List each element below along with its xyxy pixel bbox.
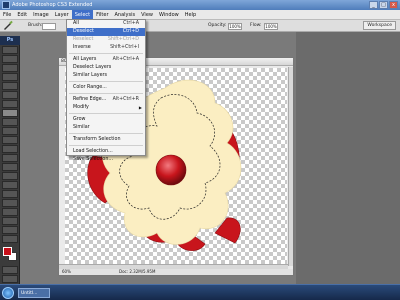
quick-mask-button[interactable]	[2, 266, 18, 274]
select-menu-dropdown: All Ctrl+A Deselect Ctrl+D Reselect Shift+C…	[66, 19, 146, 162]
menu-item-inverse[interactable]: Inverse Shift+Ctrl+I	[67, 44, 145, 52]
shape-tool[interactable]	[2, 199, 18, 207]
menu-item-load-selection[interactable]: Load Selection...	[67, 148, 145, 156]
menu-item-modify[interactable]: Modify ▶	[67, 104, 145, 112]
vertical-scrollbar[interactable]	[288, 67, 293, 266]
window-title: Adobe Photoshop CS3 Extended	[12, 2, 93, 8]
menu-item-similar-layers[interactable]: Similar Layers	[67, 72, 145, 80]
close-button[interactable]: x	[389, 1, 398, 9]
menu-window[interactable]: Window	[156, 10, 182, 19]
dodge-tool[interactable]	[2, 163, 18, 171]
flow-field[interactable]: 100%	[264, 22, 278, 34]
panel-dock-area	[296, 32, 400, 284]
minimize-button[interactable]: _	[369, 1, 378, 9]
menu-item-reselect: Reselect Shift+Ctrl+D	[73, 37, 139, 42]
magic-wand-tool[interactable]	[2, 73, 18, 81]
menu-bar: File Edit Image Layer Select Filter Anal…	[0, 10, 400, 20]
eyedropper-tool[interactable]	[2, 217, 18, 225]
menu-item-refine-edge[interactable]: Refine Edge... Alt+Ctrl+R	[67, 96, 145, 104]
lasso-tool[interactable]	[2, 64, 18, 72]
document-status-bar: 60% Doc: 2.32M/5.95M	[59, 269, 293, 275]
tool-preset-picker[interactable]	[3, 20, 13, 33]
crop-tool[interactable]	[2, 82, 18, 90]
menu-item-deselect[interactable]: Deselect Ctrl+D	[67, 28, 145, 36]
hand-tool[interactable]	[2, 226, 18, 234]
brush-icon	[4, 20, 13, 30]
gradient-tool[interactable]	[2, 145, 18, 153]
menu-item-all-layers[interactable]: All Layers Alt+Ctrl+A	[67, 56, 145, 64]
type-tool[interactable]	[2, 181, 18, 189]
menu-item-deselect-layers[interactable]: Deselect Layers	[67, 64, 145, 72]
options-bar: Brush: Opacity: 100% Flow: 100% Workspac…	[0, 20, 400, 32]
app-icon	[2, 1, 10, 9]
brush-picker[interactable]	[42, 22, 56, 34]
healing-brush-tool[interactable]	[2, 100, 18, 108]
foreground-color-swatch[interactable]	[3, 247, 12, 256]
taskbar-item-photoshop[interactable]: Untitl...	[18, 288, 50, 298]
menu-filter[interactable]: Filter	[93, 10, 111, 19]
window-controls: _ □ x	[369, 1, 398, 9]
zoom-tool[interactable]	[2, 235, 18, 243]
menu-layer[interactable]: Layer	[52, 10, 72, 19]
clone-stamp-tool[interactable]	[2, 118, 18, 126]
opacity-field[interactable]: 100%	[228, 22, 242, 34]
color-swatches	[0, 247, 19, 265]
opacity-label: Opacity:	[208, 23, 227, 28]
title-bar: Adobe Photoshop CS3 Extended _ □ x	[0, 0, 400, 10]
workspace-button[interactable]: Workspace	[363, 20, 396, 32]
move-tool[interactable]	[2, 46, 18, 54]
eraser-tool[interactable]	[2, 136, 18, 144]
menu-item-grow[interactable]: Grow	[67, 116, 145, 124]
brush-tool[interactable]	[2, 109, 18, 117]
toolbox: Ps	[0, 36, 20, 284]
flow-label: Flow:	[250, 23, 262, 28]
menu-item-transform-selection[interactable]: Transform Selection	[67, 136, 145, 144]
zoom-level[interactable]: 60%	[62, 269, 71, 275]
ps-logo: Ps	[0, 36, 20, 45]
menu-analysis[interactable]: Analysis	[112, 10, 139, 19]
menu-item-color-range[interactable]: Color Range...	[67, 84, 145, 92]
menu-select[interactable]: Select	[71, 10, 94, 19]
pen-tool[interactable]	[2, 172, 18, 180]
maximize-button[interactable]: □	[379, 1, 388, 9]
brush-label: Brush:	[28, 23, 43, 28]
blur-tool[interactable]	[2, 154, 18, 162]
menu-image[interactable]: Image	[30, 10, 52, 19]
menu-edit[interactable]: Edit	[14, 10, 30, 19]
menu-item-all[interactable]: All Ctrl+A	[67, 20, 145, 28]
history-brush-tool[interactable]	[2, 127, 18, 135]
start-button[interactable]	[2, 287, 14, 299]
path-selection-tool[interactable]	[2, 190, 18, 198]
slice-tool[interactable]	[2, 91, 18, 99]
marquee-tool[interactable]	[2, 55, 18, 63]
taskbar: Untitl...	[0, 284, 400, 300]
notes-tool[interactable]	[2, 208, 18, 216]
doc-size: Doc: 2.32M/5.95M	[119, 269, 156, 274]
submenu-arrow-icon: ▶	[138, 105, 142, 110]
menu-file[interactable]: File	[0, 10, 14, 19]
menu-item-similar[interactable]: Similar	[67, 124, 145, 132]
menu-item-save-selection[interactable]: Save Selection...	[67, 156, 145, 164]
screen-mode-button[interactable]	[2, 275, 18, 283]
photoshop-app: Adobe Photoshop CS3 Extended _ □ x File …	[0, 0, 400, 300]
jewel-center	[155, 154, 187, 186]
menu-help[interactable]: Help	[182, 10, 199, 19]
menu-view[interactable]: View	[138, 10, 156, 19]
